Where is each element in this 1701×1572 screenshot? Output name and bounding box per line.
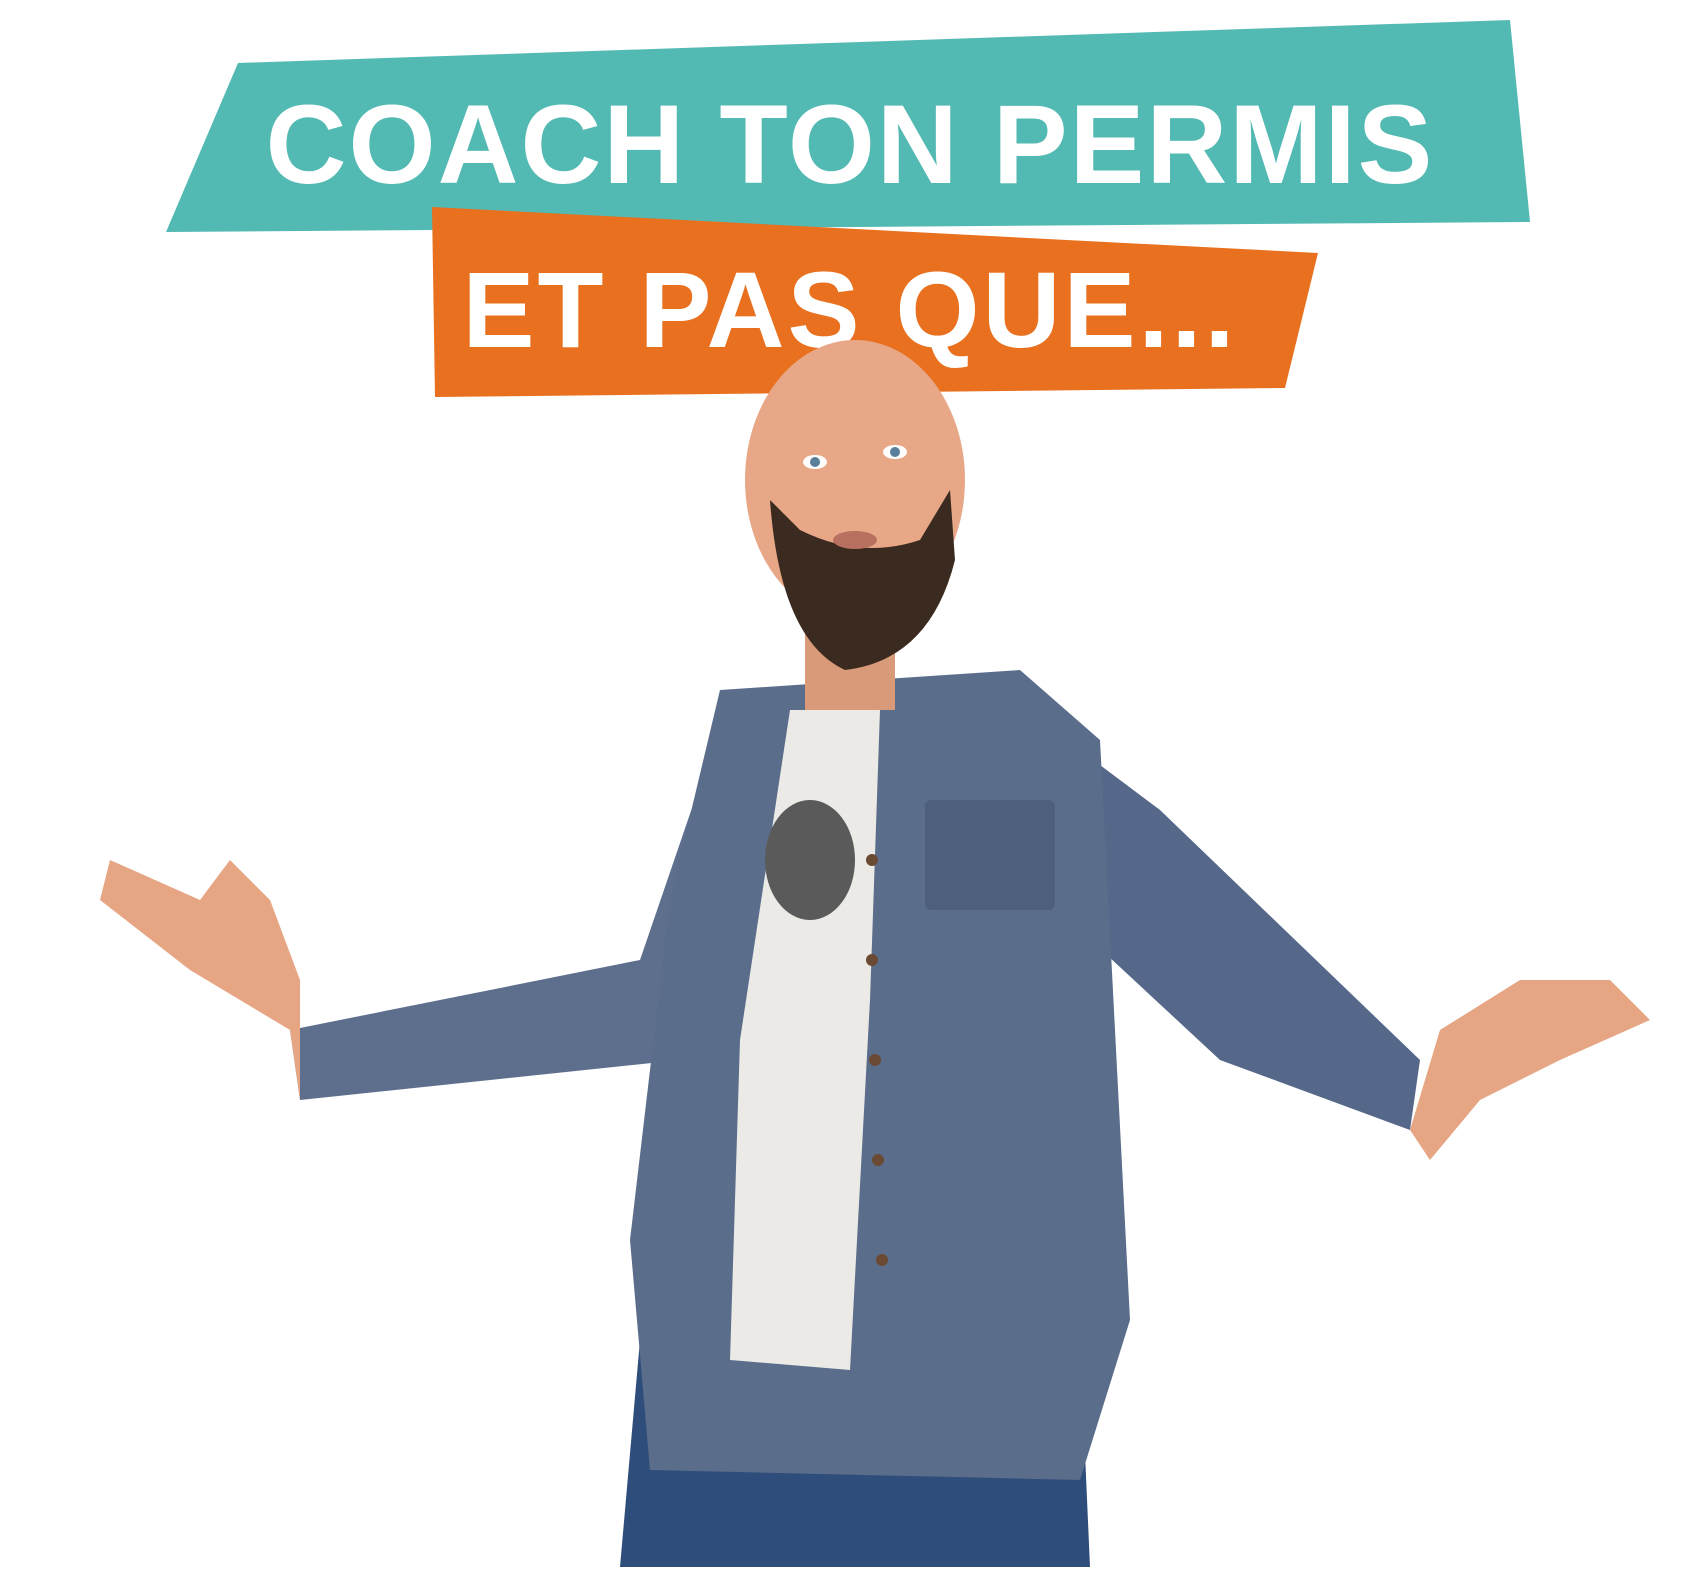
shirt-pocket (925, 800, 1055, 910)
headline-line-1: COACH TON PERMIS (265, 82, 1435, 207)
left-hand (100, 860, 300, 1100)
person-illustration (100, 340, 1650, 1567)
right-hand (1410, 980, 1650, 1160)
t-shirt-graphic (765, 800, 855, 920)
mouth (833, 531, 877, 549)
shirt (630, 670, 1130, 1480)
person-photo (0, 340, 1701, 1567)
